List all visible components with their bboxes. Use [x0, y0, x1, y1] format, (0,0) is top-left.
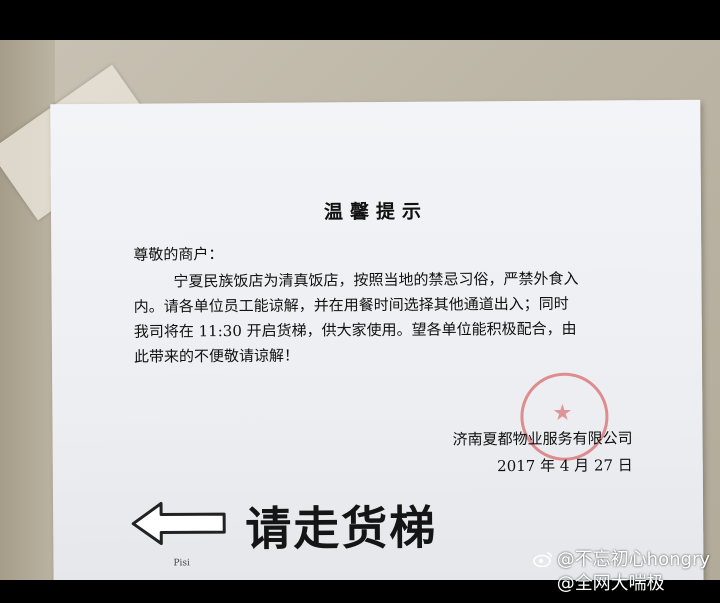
notice-paper: 温馨提示 尊敬的商户： 宁夏民族饭店为清真饭店，按照当地的禁忌习俗，严禁外食入 …	[50, 99, 704, 580]
notice-body-line: 此带来的不便敬请谅解！	[133, 346, 300, 366]
watermark-line-1: @不忘初心hongry	[532, 548, 710, 572]
weibo-icon	[532, 550, 553, 568]
notice-body-line: 我司将在 11:30 开启货梯，供大家使用。望各单位能积极配合，由	[133, 319, 577, 341]
company-name: 济南夏都物业服务有限公司	[452, 429, 633, 449]
notice-title: 温馨提示	[323, 200, 429, 224]
watermark: @不忘初心hongry @全网大喘极	[532, 548, 710, 596]
watermark-user: @不忘初心hongry	[556, 549, 710, 570]
notice-body-line: 内。请各单位员工能谅解，并在用餐时间选择其他通道出入；同时	[133, 294, 569, 316]
notice-body: 宁夏民族饭店为清真饭店，按照当地的禁忌习俗，严禁外食入 内。请各单位员工能谅解，…	[133, 266, 679, 370]
left-arrow-icon	[131, 501, 226, 546]
freight-elevator-sign: 请走货梯	[245, 500, 438, 556]
notice-greeting: 尊敬的商户：	[133, 245, 224, 264]
notice-date: 2017 年 4 月 27 日	[497, 456, 633, 476]
handwritten-mark: Pisi	[173, 558, 190, 569]
notice-body-line: 宁夏民族饭店为清真饭店，按照当地的禁忌习俗，严禁外食入	[173, 269, 579, 291]
notice-signature: 济南夏都物业服务有限公司 2017 年 4 月 27 日	[452, 425, 633, 480]
watermark-line-2: @全网大喘极	[556, 573, 665, 594]
photo: 温馨提示 尊敬的商户： 宁夏民族饭店为清真饭店，按照当地的禁忌习俗，严禁外食入 …	[0, 40, 720, 580]
